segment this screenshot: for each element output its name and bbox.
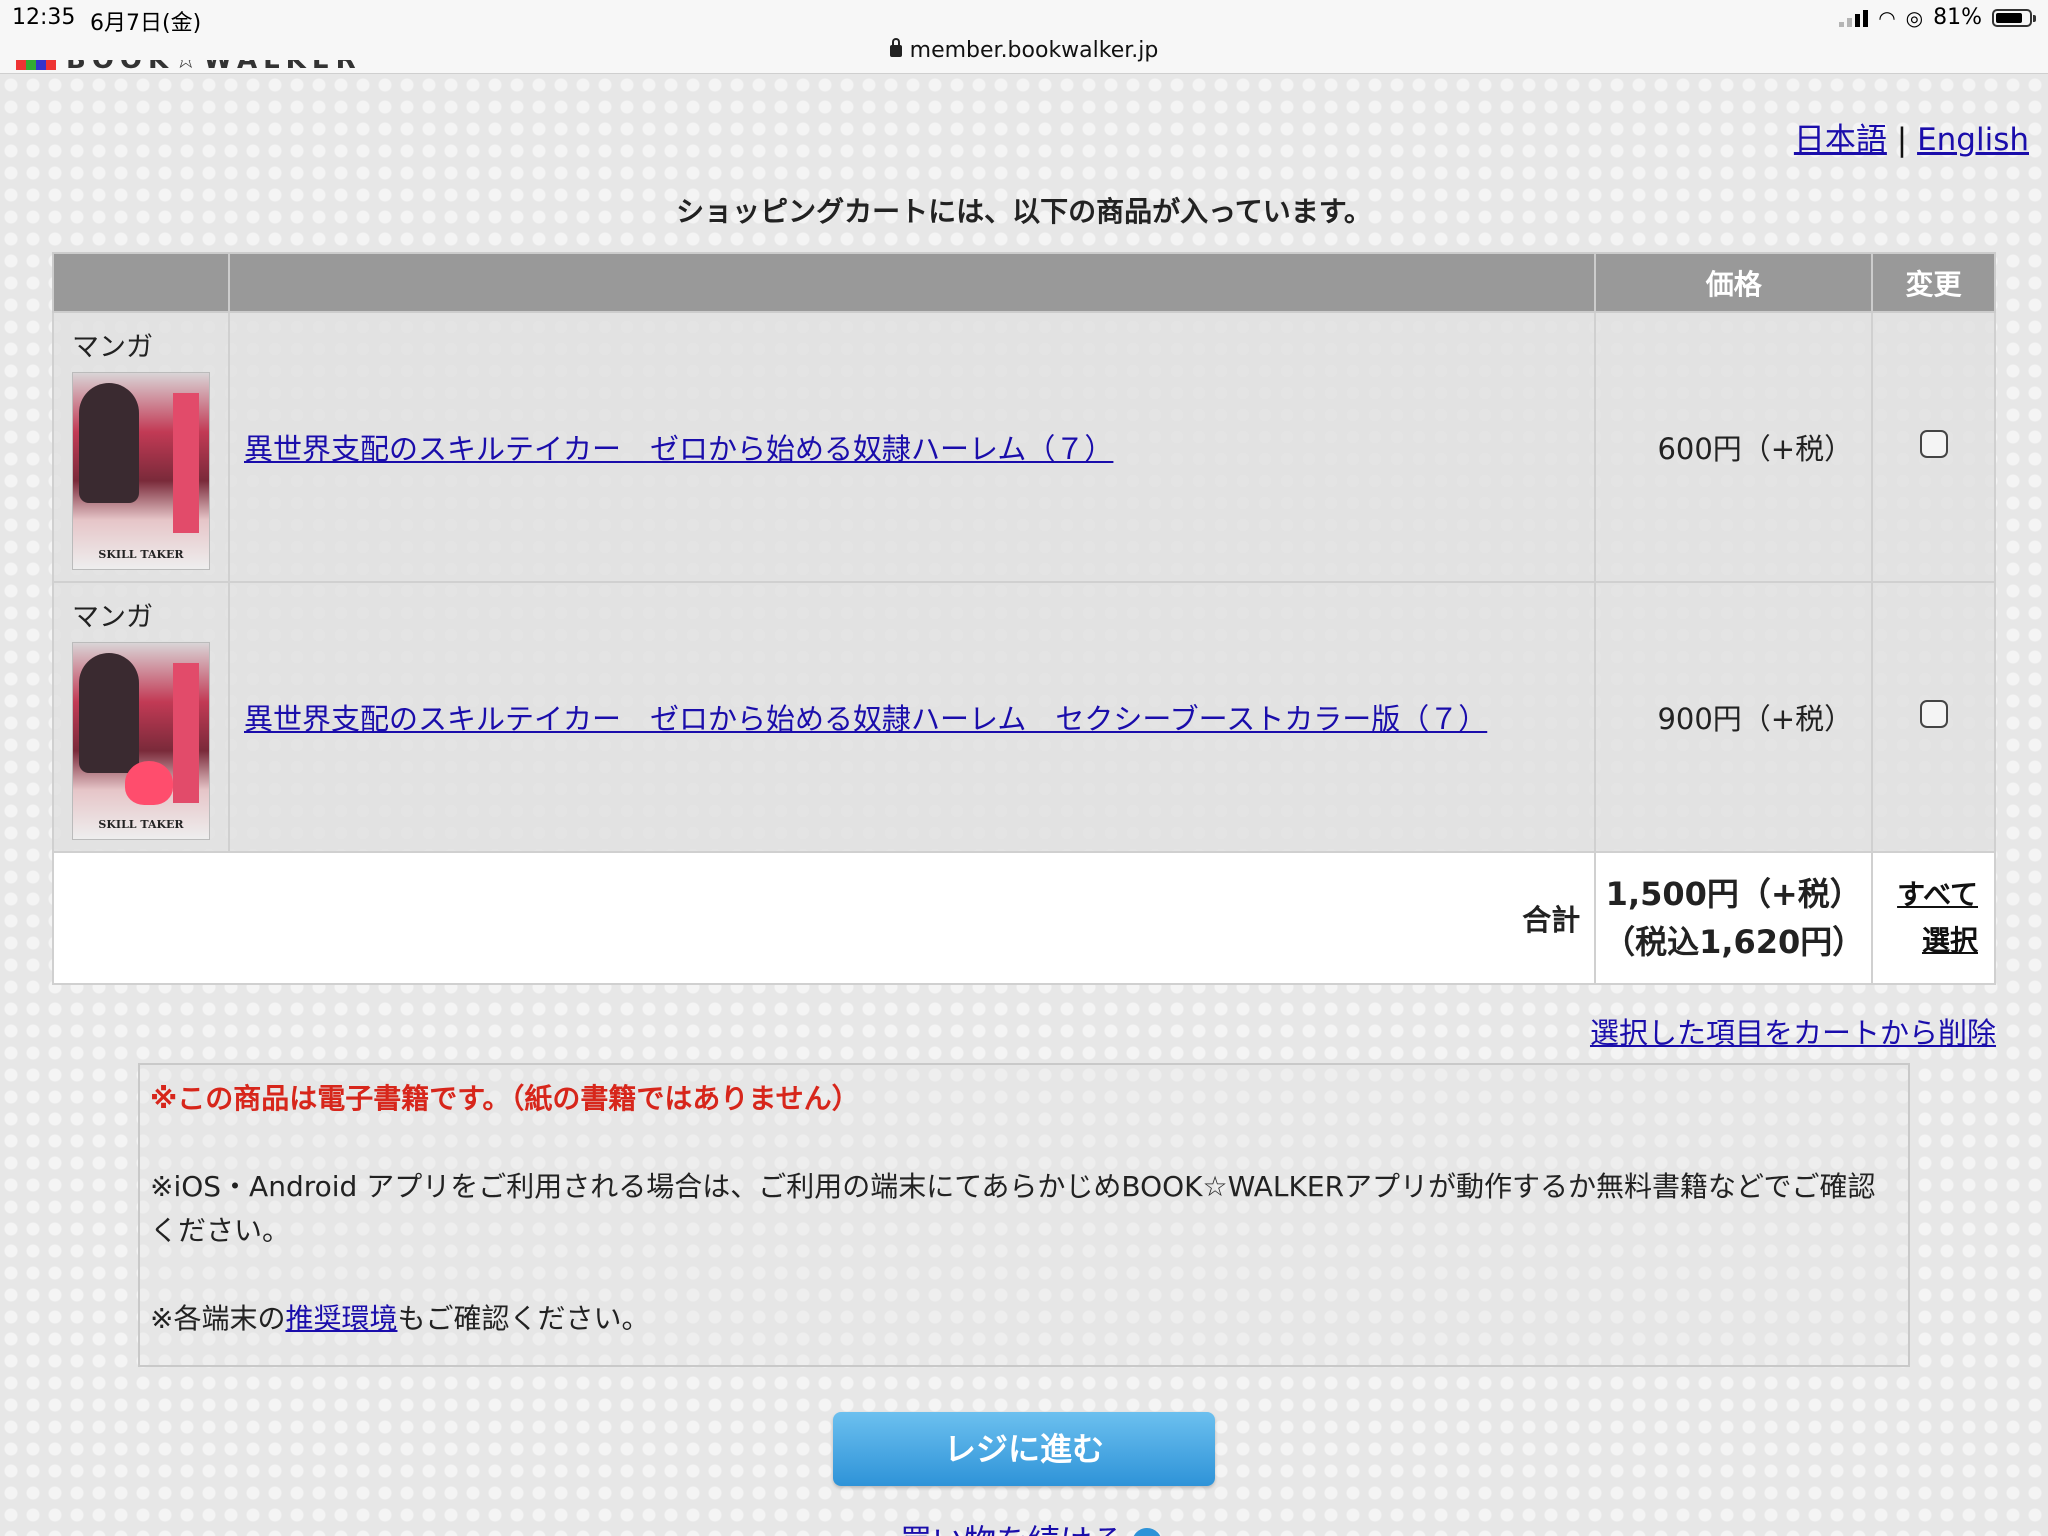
heart-badge-icon	[125, 761, 173, 805]
total-price: 1,500円（+税）	[1605, 875, 1862, 913]
lang-japanese-link[interactable]: 日本語	[1794, 122, 1887, 158]
ebook-notice-box: ※この商品は電子書籍です。（紙の書籍ではありません） ※iOS・Android …	[138, 1063, 1910, 1367]
battery-icon	[1992, 8, 2036, 27]
select-all-cell: すべて 選択	[1871, 851, 1996, 985]
total-price-cell: 1,500円（+税） （税込1,620円）	[1594, 851, 1874, 985]
cover-title-text: SKILL TAKER	[98, 818, 184, 831]
lang-english-link[interactable]: English	[1917, 122, 2029, 158]
item-select-checkbox[interactable]	[1919, 429, 1948, 458]
rotation-lock-icon: ◎	[1905, 5, 1924, 30]
lock-icon	[889, 38, 902, 57]
checkout-button[interactable]: レジに進む	[833, 1412, 1215, 1486]
wifi-icon: ◠	[1878, 5, 1896, 30]
url-text: member.bookwalker.jp	[909, 38, 1159, 63]
item-price: 900円（+税）	[1594, 581, 1874, 853]
signal-icon	[1839, 9, 1869, 27]
item-select-cell	[1871, 581, 1996, 853]
book-cover-image[interactable]: SKILL TAKER	[72, 642, 210, 840]
environment-notice-suffix: もご確認ください。	[397, 1302, 650, 1335]
delete-selected-container: 選択した項目をカートから削除	[1590, 1010, 1996, 1052]
total-price-incl-tax: （税込1,620円）	[1603, 923, 1865, 961]
book-cover-image[interactable]: SKILL TAKER	[72, 372, 210, 570]
item-select-cell	[1871, 311, 1996, 583]
item-genre: マンガ	[72, 602, 153, 633]
select-all-line1: すべて	[1897, 878, 1978, 911]
cart-heading: ショッピングカートには、以下の商品が入っています。	[676, 195, 1372, 228]
language-switcher: 日本語 | English	[1794, 114, 2029, 159]
cart-table: 価格 変更 マンガ SKILL TAKER 異世界支配のスキルテイカー ゼロから…	[51, 252, 1996, 985]
item-price: 600円（+税）	[1594, 311, 1874, 583]
col-price-header: 価格	[1594, 252, 1874, 313]
cover-title-text: SKILL TAKER	[98, 548, 184, 561]
delete-selected-link[interactable]: 選択した項目をカートから削除	[1590, 1016, 1996, 1050]
status-date: 6月7日(金)	[90, 11, 202, 36]
continue-shopping-text: 買い物を続ける	[900, 1522, 1124, 1536]
item-select-checkbox[interactable]	[1919, 699, 1948, 728]
cart-item-row: マンガ SKILL TAKER 異世界支配のスキルテイカー ゼロから始める奴隷ハ…	[52, 581, 1996, 853]
cart-item-row: マンガ SKILL TAKER 異世界支配のスキルテイカー ゼロから始める奴隷ハ…	[52, 311, 1996, 583]
chevron-right-icon	[1132, 1528, 1163, 1536]
item-genre-cell: マンガ SKILL TAKER	[52, 581, 230, 853]
environment-notice-prefix: ※各端末の	[150, 1302, 286, 1335]
battery-percent: 81%	[1933, 5, 1982, 30]
lang-separator: |	[1896, 122, 1908, 158]
col-title-header	[227, 252, 1597, 313]
continue-shopping-link[interactable]: 買い物を続ける	[900, 1514, 1163, 1536]
item-genre-cell: マンガ SKILL TAKER	[52, 311, 230, 583]
app-notice-text: ※iOS・Android アプリをご利用される場合は、ご利用の端末にてあらかじめ…	[150, 1170, 1876, 1247]
item-title-link[interactable]: 異世界支配のスキルテイカー ゼロから始める奴隷ハーレム セクシーブーストカラー版…	[244, 702, 1487, 736]
logo-text: BOOK☆WALKER	[66, 60, 362, 75]
total-label: 合計	[51, 851, 1597, 985]
page-content: 日本語 | English ショッピングカートには、以下の商品が入っています。 …	[0, 74, 2048, 1536]
item-title-cell: 異世界支配のスキルテイカー ゼロから始める奴隷ハーレム（７）	[227, 311, 1597, 583]
col-change-header: 変更	[1871, 252, 1996, 313]
col-genre-header	[52, 252, 230, 313]
item-title-link[interactable]: 異世界支配のスキルテイカー ゼロから始める奴隷ハーレム（７）	[244, 432, 1113, 466]
recommended-environment-link[interactable]: 推奨環境	[285, 1302, 397, 1335]
logo-bars-icon	[16, 60, 56, 70]
item-title-cell: 異世界支配のスキルテイカー ゼロから始める奴隷ハーレム セクシーブーストカラー版…	[227, 581, 1597, 853]
cart-total-row: 合計 1,500円（+税） （税込1,620円） すべて 選択	[51, 851, 1996, 985]
cart-header-row: 価格 変更	[52, 252, 1996, 313]
select-all-line2: 選択	[1921, 924, 1978, 957]
status-time: 12:35	[12, 5, 76, 30]
environment-notice: ※各端末の推奨環境もご確認ください。	[150, 1297, 1898, 1341]
ebook-warning: ※この商品は電子書籍です。（紙の書籍ではありません）	[150, 1082, 860, 1115]
select-all-link[interactable]: すべて 選択	[1874, 872, 1978, 964]
ios-status-bar: 12:35 6月7日(金) ◠ ◎ 81%	[0, 0, 2048, 36]
status-indicators: ◠ ◎ 81%	[1839, 5, 2036, 30]
item-genre: マンガ	[72, 332, 153, 363]
